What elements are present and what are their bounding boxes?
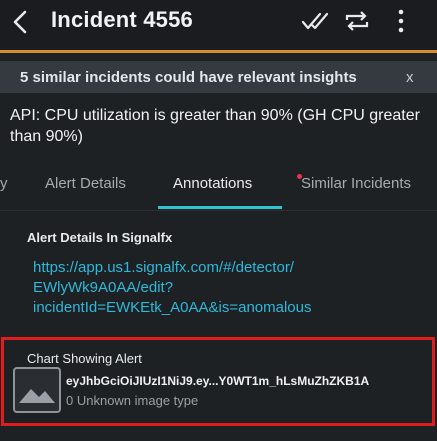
repeat-icon <box>345 11 369 31</box>
tab-alert-details[interactable]: Alert Details <box>45 175 126 192</box>
chevron-left-icon <box>13 10 27 34</box>
attachment-name: eyJhbGciOiJIUzI1NiJ9.ey...Y0WT1m_hLsMuZh… <box>66 374 370 388</box>
more-options-button[interactable] <box>391 8 411 34</box>
attachment-thumbnail <box>13 367 61 413</box>
tab-bar: y Alert Details Annotations Similar Inci… <box>0 162 437 210</box>
section-heading-signalfx: Alert Details In Signalfx <box>27 230 173 245</box>
banner-text: 5 similar incidents could have relevant … <box>20 69 357 86</box>
tab-annotations[interactable]: Annotations <box>173 175 252 192</box>
similar-incidents-banner[interactable]: 5 similar incidents could have relevant … <box>0 61 437 93</box>
acknowledge-button[interactable] <box>300 8 330 34</box>
reassign-button[interactable] <box>342 8 372 34</box>
section-heading-chart: Chart Showing Alert <box>27 351 142 366</box>
link-line: https://app.us1.signalfx.com/#/detector/ <box>33 259 294 276</box>
back-button[interactable] <box>6 6 34 38</box>
more-vertical-icon <box>398 9 404 33</box>
signalfx-link[interactable]: https://app.us1.signalfx.com/#/detector/… <box>33 258 363 318</box>
incident-title: API: CPU utilization is greater than 90%… <box>10 107 420 145</box>
banner-close-button[interactable]: x <box>406 69 414 86</box>
app-header: Incident 4556 <box>0 0 437 50</box>
page-title: Incident 4556 <box>51 7 193 32</box>
tab-similar-incidents[interactable]: Similar Incidents <box>301 175 411 192</box>
link-line: EWlyWk9A0AA/edit? <box>33 279 174 296</box>
acknowledge-icon <box>301 12 329 30</box>
attachment-meta: 0 Unknown image type <box>66 393 199 408</box>
link-line: incidentId=EWKEtk_A0AA&is=anomalous <box>33 299 312 316</box>
incident-screen: Incident 4556 5 similar incidents could … <box>0 0 437 441</box>
attachment-item[interactable]: eyJhbGciOiJIUzI1NiJ9.ey...Y0WT1m_hLsMuZh… <box>10 366 430 416</box>
active-tab-indicator <box>158 206 282 209</box>
tabs-divider <box>0 210 437 211</box>
header-accent-line <box>0 50 437 53</box>
tab-overview-partial[interactable]: y <box>0 175 8 192</box>
image-icon <box>19 389 55 403</box>
